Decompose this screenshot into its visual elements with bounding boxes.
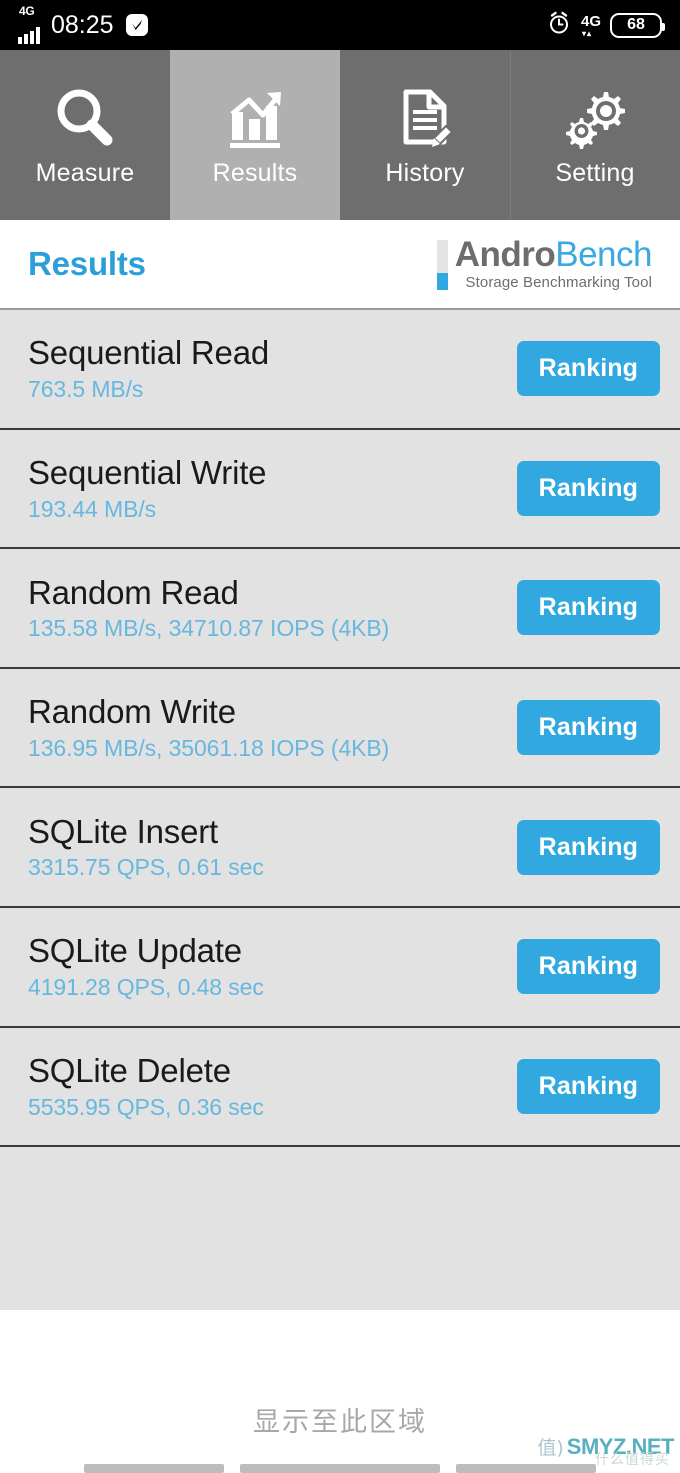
ranking-button[interactable]: Ranking — [516, 460, 660, 516]
bottom-area: 显示至此区域 值) SMYZ.NET 什么值得买 — [0, 1310, 680, 1473]
signal-strength-icon: 4G — [18, 4, 40, 44]
tab-measure-label: Measure — [35, 158, 135, 187]
row-text: Sequential Read 763.5 MB/s — [28, 336, 269, 401]
status-bar-left: 4G 08:25 — [18, 4, 148, 44]
phone-screen: 4G 08:25 4G ▾▴ 68 Measure Results Histor… — [0, 0, 680, 1473]
brand-subtitle: Storage Benchmarking Tool — [465, 273, 652, 291]
tab-setting[interactable]: Setting — [510, 50, 680, 220]
status-bar: 4G 08:25 4G ▾▴ 68 — [0, 0, 680, 50]
nav-back-pill[interactable] — [84, 1464, 224, 1473]
row-text: SQLite Delete 5535.95 QPS, 0.36 sec — [28, 1051, 264, 1120]
row-text: Random Read 135.58 MB/s, 34710.87 IOPS (… — [28, 573, 390, 642]
page-header: Results AndroBench Storage Benchmarking … — [0, 220, 680, 310]
brand-text: AndroBench Storage Benchmarking Tool — [454, 235, 653, 291]
table-row[interactable]: Random Write 136.95 MB/s, 35061.18 IOPS … — [0, 668, 680, 789]
checkmark-badge-icon — [125, 14, 148, 36]
table-row[interactable]: SQLite Insert 3315.75 QPS, 0.61 sec Rank… — [0, 788, 680, 908]
table-row[interactable]: SQLite Delete 5535.95 QPS, 0.36 sec Rank… — [0, 1027, 680, 1148]
document-pencil-icon — [388, 83, 462, 155]
row-text: SQLite Insert 3315.75 QPS, 0.61 sec — [28, 812, 264, 881]
tab-bar: Measure Results History Setting — [0, 50, 680, 220]
row-text: Random Write 136.95 MB/s, 35061.18 IOPS … — [28, 695, 389, 760]
brand-name-bench: Bench — [555, 235, 652, 275]
table-row[interactable]: Sequential Write 193.44 MB/s Ranking — [0, 429, 680, 550]
row-value: 193.44 MB/s — [28, 495, 157, 522]
ranking-button[interactable]: Ranking — [516, 580, 660, 636]
magnifier-icon — [48, 83, 122, 155]
row-text: SQLite Update 4191.28 QPS, 0.48 sec — [28, 934, 264, 999]
page-title: Results — [28, 245, 146, 282]
network-type-right-label: 4G — [580, 13, 601, 30]
alarm-clock-icon — [546, 10, 572, 41]
row-title: Random Write — [28, 693, 236, 731]
list-empty-space — [0, 1147, 680, 1310]
logo-bar-icon — [436, 240, 448, 291]
watermark-badge-icon: 值) — [537, 1437, 564, 1459]
signal-bars-icon — [18, 27, 40, 44]
ranking-button[interactable]: Ranking — [516, 939, 660, 995]
table-row[interactable]: Sequential Read 763.5 MB/s Ranking — [0, 310, 680, 430]
network-type-left-label: 4G — [19, 4, 35, 18]
table-row[interactable]: Random Read 135.58 MB/s, 34710.87 IOPS (… — [0, 549, 680, 669]
network-type-right: 4G ▾▴ — [580, 13, 601, 38]
row-title: Sequential Write — [28, 454, 267, 491]
tab-measure[interactable]: Measure — [0, 50, 170, 220]
row-title: Sequential Read — [28, 334, 270, 372]
row-value: 5535.95 QPS, 0.36 sec — [28, 1093, 264, 1120]
row-title: SQLite Update — [28, 932, 242, 970]
row-value: 136.95 MB/s, 35061.18 IOPS (4KB) — [28, 734, 390, 761]
ranking-button[interactable]: Ranking — [516, 700, 660, 756]
row-value: 3315.75 QPS, 0.61 sec — [28, 854, 264, 881]
results-list: Sequential Read 763.5 MB/s Ranking Seque… — [0, 310, 680, 1310]
bar-chart-trend-icon — [218, 83, 292, 155]
row-title: SQLite Delete — [28, 1051, 231, 1089]
status-bar-clock: 08:25 — [51, 10, 114, 39]
row-value: 763.5 MB/s — [28, 376, 144, 403]
androbench-logo: AndroBench Storage Benchmarking Tool — [436, 235, 653, 291]
tab-results[interactable]: Results — [170, 50, 340, 220]
row-text: Sequential Write 193.44 MB/s — [28, 454, 267, 522]
nav-recents-pill[interactable] — [456, 1464, 596, 1473]
tab-history-label: History — [385, 158, 465, 187]
nav-home-pill[interactable] — [240, 1464, 440, 1473]
tab-setting-label: Setting — [555, 158, 635, 187]
ranking-button[interactable]: Ranking — [516, 341, 660, 397]
battery-indicator: 68 — [610, 12, 665, 38]
brand-name-andro: Andro — [454, 235, 556, 275]
table-row[interactable]: SQLite Update 4191.28 QPS, 0.48 sec Rank… — [0, 907, 680, 1028]
ranking-button[interactable]: Ranking — [516, 819, 660, 875]
battery-level-label: 68 — [627, 16, 645, 33]
tab-results-label: Results — [212, 158, 298, 187]
system-navigation-bar — [0, 1459, 680, 1473]
row-value: 135.58 MB/s, 34710.87 IOPS (4KB) — [28, 615, 390, 642]
tab-history[interactable]: History — [340, 50, 510, 220]
gears-icon — [558, 83, 632, 155]
row-value: 4191.28 QPS, 0.48 sec — [28, 974, 264, 1001]
ranking-button[interactable]: Ranking — [516, 1058, 660, 1114]
brand-name: AndroBench — [454, 235, 653, 275]
row-title: SQLite Insert — [28, 812, 218, 850]
data-transfer-arrows-icon: ▾▴ — [581, 29, 593, 38]
row-title: Random Read — [28, 573, 239, 611]
status-bar-right: 4G ▾▴ 68 — [546, 10, 665, 41]
